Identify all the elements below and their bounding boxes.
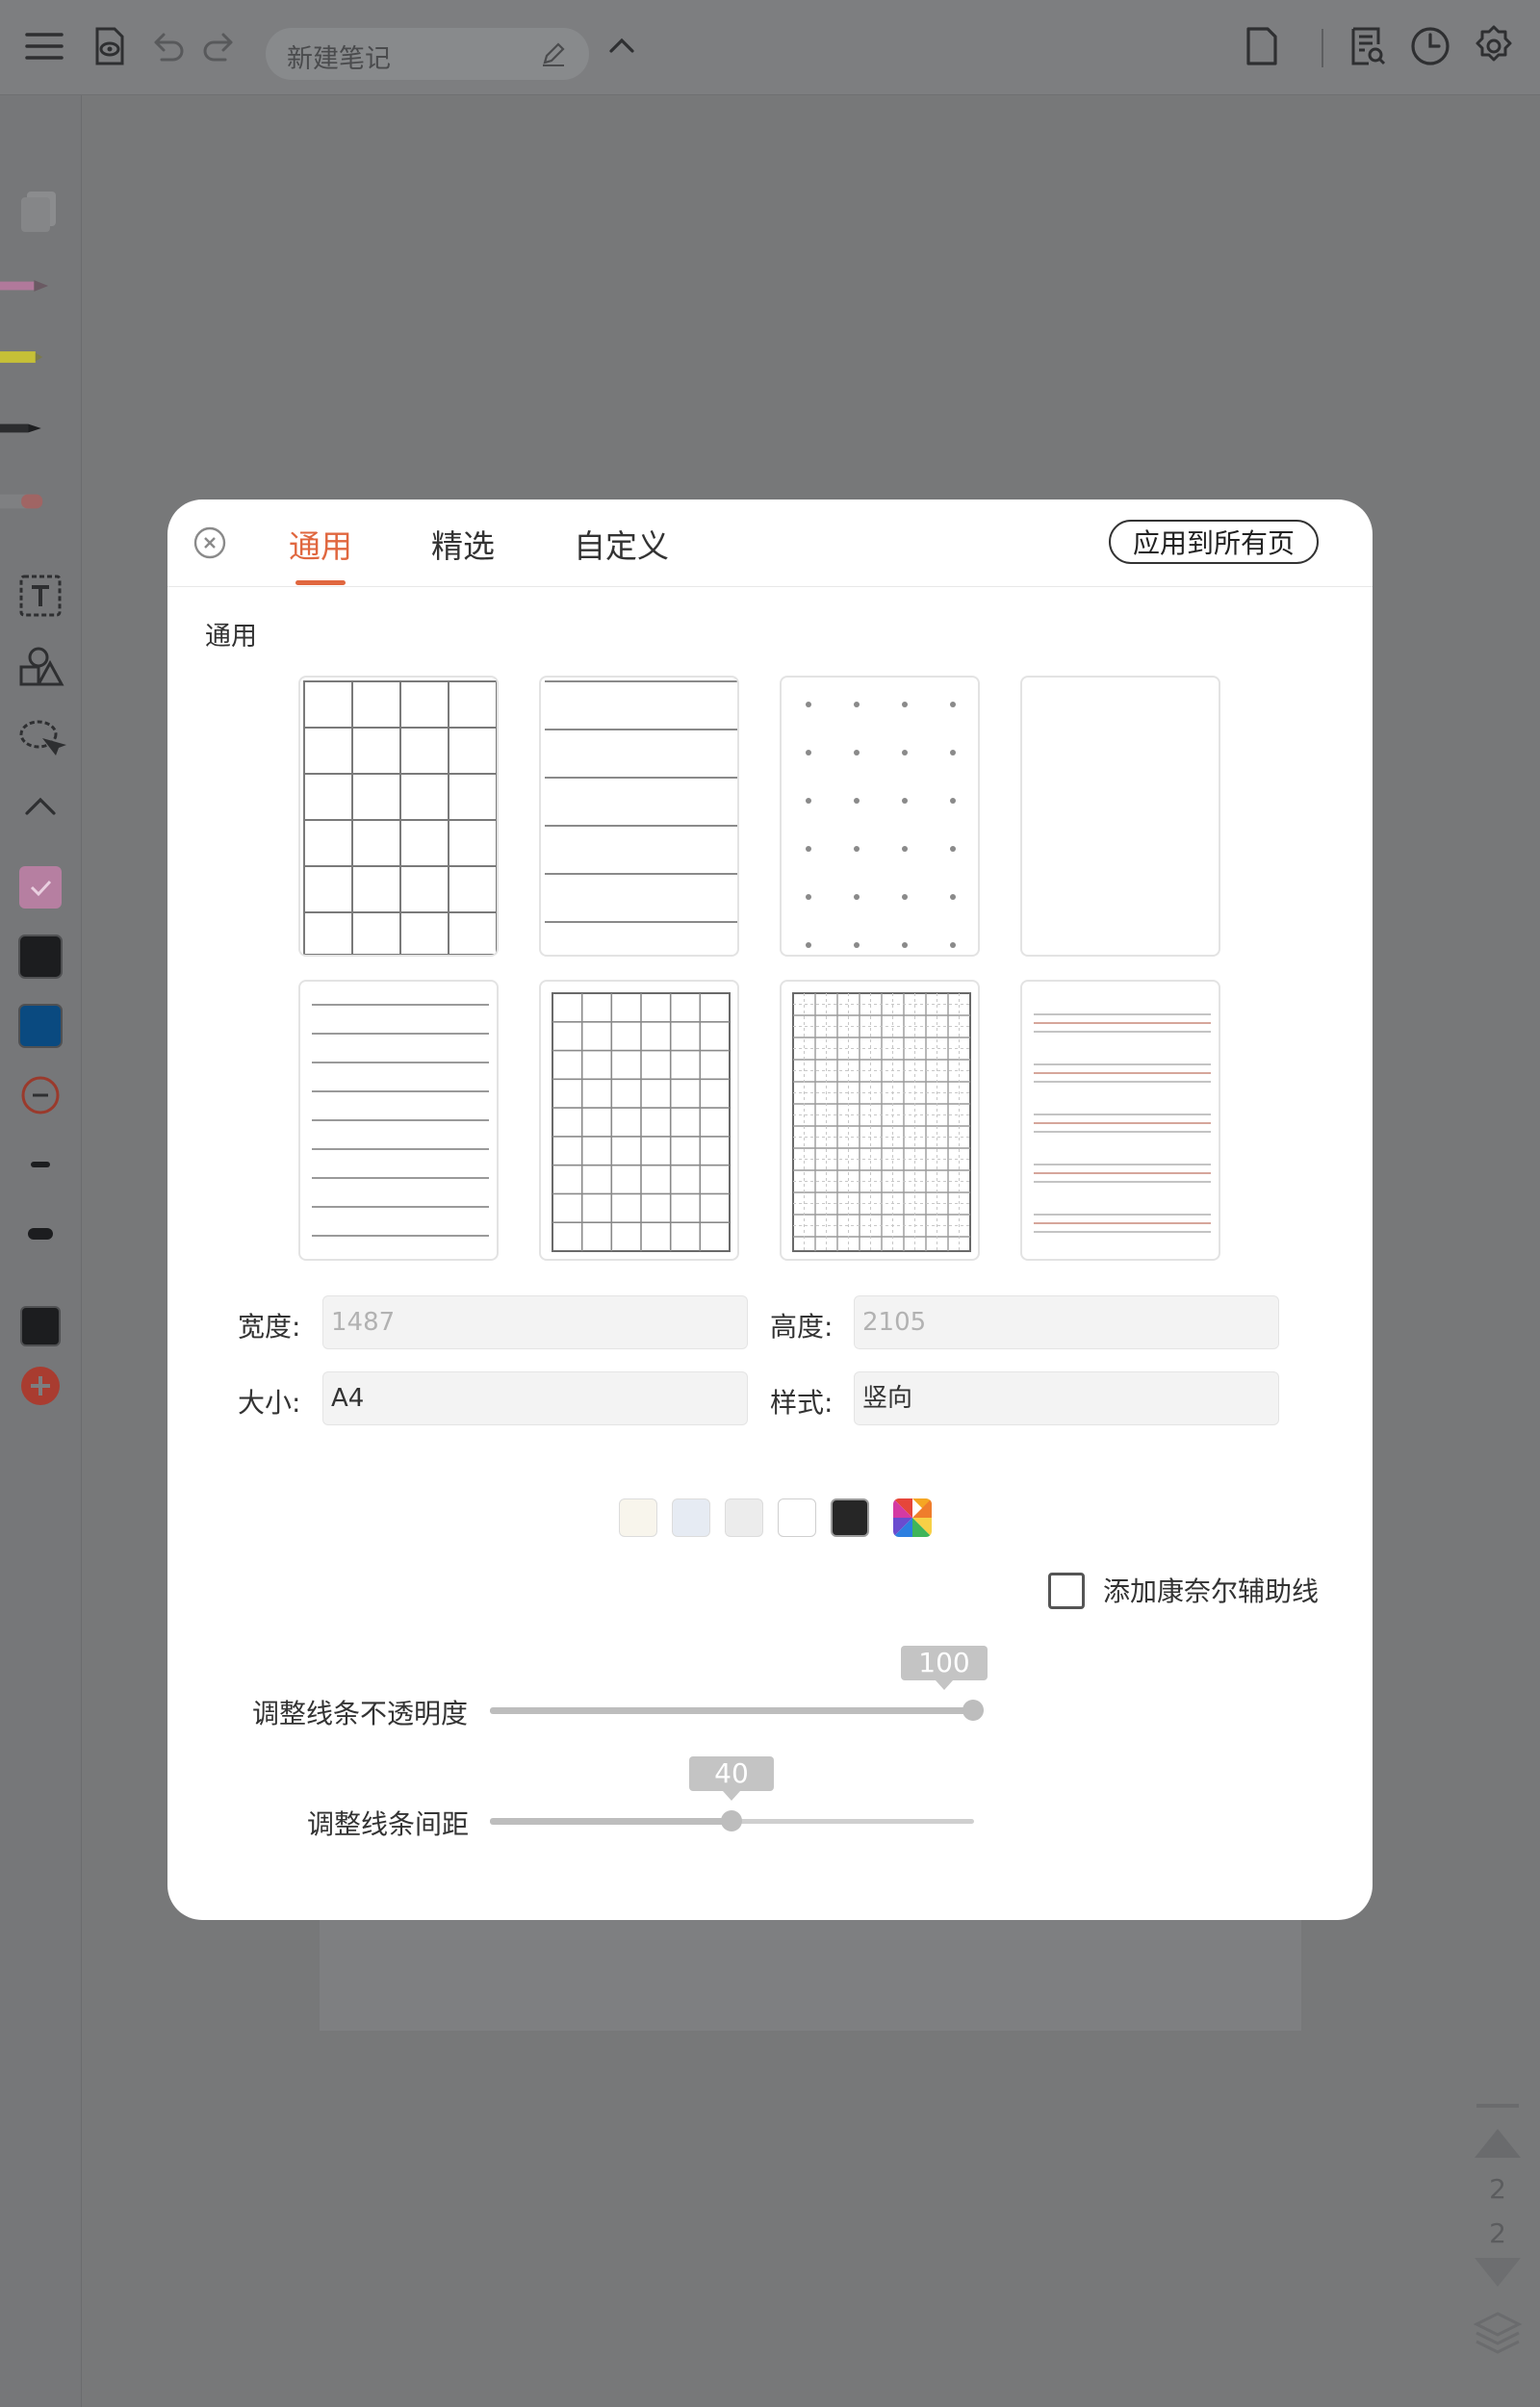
stroke-width-thin[interactable] bbox=[13, 1138, 67, 1191]
color-pink-selected[interactable] bbox=[13, 860, 67, 914]
style-label: 样式: bbox=[770, 1387, 834, 1419]
spacing-slider-thumb[interactable] bbox=[721, 1810, 742, 1831]
template-grid-large[interactable] bbox=[298, 676, 499, 957]
tab-featured[interactable]: 精选 bbox=[431, 521, 495, 567]
section-title: 通用 bbox=[205, 622, 257, 652]
tab-general[interactable]: 通用 bbox=[289, 521, 352, 567]
edit-title-icon[interactable] bbox=[539, 39, 568, 68]
menu-icon[interactable] bbox=[21, 23, 67, 69]
left-toolbar bbox=[0, 95, 82, 2407]
swatch-white[interactable] bbox=[778, 1498, 816, 1537]
template-blank[interactable] bbox=[1020, 676, 1220, 957]
stroke-width-thick[interactable] bbox=[13, 1207, 67, 1261]
collapse-up-icon[interactable] bbox=[599, 23, 645, 69]
height-field: 2105 bbox=[854, 1295, 1279, 1349]
note-title-field[interactable]: 新建笔记 bbox=[266, 28, 589, 80]
cornell-guide-label: 添加康奈尔辅助线 bbox=[1103, 1575, 1320, 1607]
swatch-custom-color[interactable] bbox=[893, 1498, 932, 1537]
cornell-guide-checkbox[interactable] bbox=[1048, 1573, 1085, 1609]
page-icon[interactable] bbox=[1239, 23, 1285, 69]
settings-icon[interactable] bbox=[1471, 23, 1517, 69]
height-label: 高度: bbox=[770, 1311, 834, 1343]
swatch-light-gray[interactable] bbox=[725, 1498, 763, 1537]
page-up-icon[interactable] bbox=[1471, 2123, 1525, 2162]
undo-icon[interactable] bbox=[144, 23, 191, 69]
apply-to-all-pages-button[interactable]: 应用到所有页 bbox=[1109, 520, 1319, 564]
history-icon[interactable] bbox=[1407, 23, 1453, 69]
toolbar-divider bbox=[1322, 29, 1323, 67]
template-grid-medium[interactable] bbox=[539, 980, 739, 1261]
close-icon[interactable] bbox=[192, 525, 227, 560]
width-label: 宽度: bbox=[238, 1311, 301, 1343]
spacing-value-bubble: 40 bbox=[689, 1756, 774, 1801]
tab-custom[interactable]: 自定义 bbox=[574, 521, 669, 567]
fountain-pen-icon[interactable] bbox=[0, 401, 54, 455]
color-blue[interactable] bbox=[13, 999, 67, 1053]
add-color-icon[interactable] bbox=[13, 1359, 67, 1413]
template-dots[interactable] bbox=[780, 676, 980, 957]
total-page-number: 2 bbox=[1489, 2217, 1506, 2249]
size-label: 大小: bbox=[238, 1387, 301, 1419]
orientation-select[interactable]: 竖向 bbox=[854, 1371, 1279, 1425]
spacing-slider-fill bbox=[490, 1818, 732, 1825]
page-nav-divider bbox=[1476, 2104, 1519, 2108]
template-english-lines[interactable] bbox=[1020, 980, 1220, 1261]
page-down-icon[interactable] bbox=[1471, 2254, 1525, 2292]
note-title-text: 新建笔记 bbox=[287, 44, 391, 74]
preview-icon[interactable] bbox=[86, 23, 132, 69]
template-narrow-lines[interactable] bbox=[298, 980, 499, 1261]
dialog-header: 通用 精选 自定义 应用到所有页 bbox=[167, 499, 1373, 587]
highlighter-icon[interactable] bbox=[0, 330, 54, 384]
color-black-2[interactable] bbox=[13, 1299, 67, 1353]
swatch-black[interactable] bbox=[831, 1498, 869, 1537]
search-doc-icon[interactable] bbox=[1344, 23, 1390, 69]
active-tab-indicator bbox=[295, 580, 346, 585]
text-tool-icon[interactable] bbox=[13, 569, 67, 623]
eraser-icon[interactable] bbox=[0, 474, 54, 528]
swatch-cream[interactable] bbox=[619, 1498, 657, 1537]
page-template-dialog: 通用 精选 自定义 应用到所有页 通用 宽度: 1487 高度: 2105 大小… bbox=[167, 499, 1373, 1920]
page-navigator: 2 2 bbox=[1471, 2098, 1525, 2368]
template-lines[interactable] bbox=[539, 676, 739, 957]
collapse-tools-icon[interactable] bbox=[13, 781, 67, 834]
layers-icon[interactable] bbox=[1473, 2308, 1523, 2358]
top-toolbar: 新建笔记 bbox=[0, 0, 1540, 95]
opacity-slider-fill bbox=[490, 1707, 974, 1714]
spacing-slider-label: 调整线条间距 bbox=[307, 1808, 470, 1840]
template-grid-dense[interactable] bbox=[780, 980, 980, 1261]
lasso-select-icon[interactable] bbox=[13, 711, 67, 765]
width-field: 1487 bbox=[322, 1295, 748, 1349]
redo-icon[interactable] bbox=[196, 23, 243, 69]
pink-pen-icon[interactable] bbox=[0, 259, 54, 313]
color-black[interactable] bbox=[13, 930, 67, 984]
shapes-icon[interactable] bbox=[13, 640, 67, 694]
opacity-slider-thumb[interactable] bbox=[962, 1700, 984, 1721]
opacity-value-bubble: 100 bbox=[901, 1646, 988, 1690]
size-select[interactable]: A4 bbox=[322, 1371, 748, 1425]
opacity-slider-label: 调整线条不透明度 bbox=[252, 1698, 469, 1729]
swatch-light-blue[interactable] bbox=[672, 1498, 710, 1537]
pen-tray-icon[interactable] bbox=[13, 184, 67, 238]
stroke-decrease-icon[interactable] bbox=[13, 1068, 67, 1122]
current-page-number: 2 bbox=[1489, 2173, 1506, 2205]
